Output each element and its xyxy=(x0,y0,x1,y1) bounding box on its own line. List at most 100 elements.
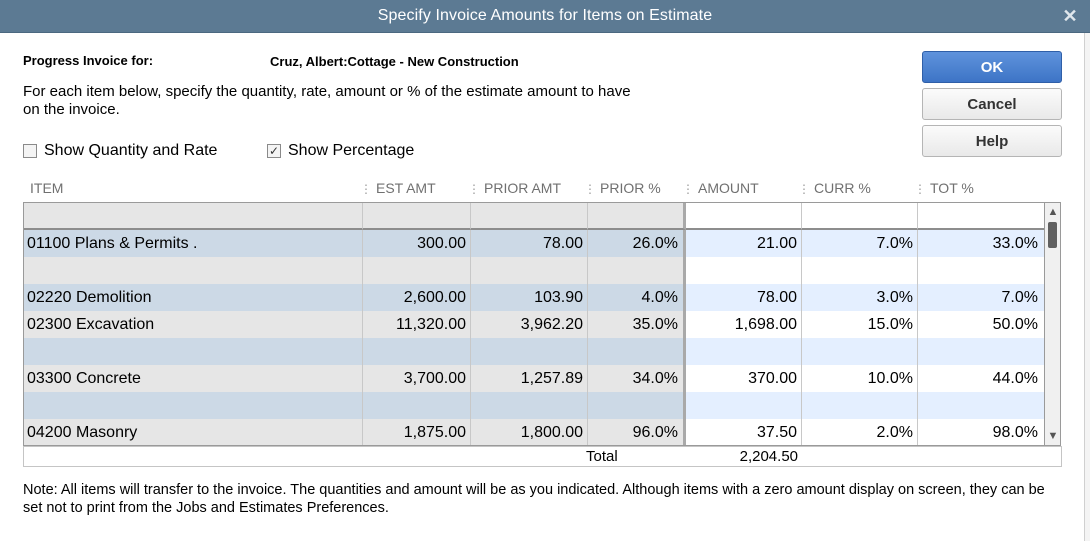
cell-prior-amt xyxy=(471,203,588,230)
cell-prior-amt xyxy=(471,257,588,284)
cell-amount[interactable]: 37.50 xyxy=(686,419,802,445)
column-header-prior-pct[interactable]: ⋮ PRIOR % xyxy=(584,180,661,198)
scroll-down-icon[interactable]: ▼ xyxy=(1047,430,1059,442)
cell-curr-pct[interactable]: 15.0% xyxy=(802,311,918,338)
cell-tot-pct[interactable]: 7.0% xyxy=(918,284,1044,311)
cell-curr-pct[interactable] xyxy=(802,203,918,230)
column-resize-grip-icon[interactable]: ⋮ xyxy=(360,182,372,196)
column-header-est-amt[interactable]: ⋮ EST AMT xyxy=(360,180,436,198)
column-resize-grip-icon[interactable]: ⋮ xyxy=(682,182,694,196)
cell-tot-pct[interactable]: 44.0% xyxy=(918,365,1044,392)
cell-prior-amt: 78.00 xyxy=(471,230,588,257)
cell-est-amt xyxy=(363,338,471,365)
cell-item[interactable]: 01100 Plans & Permits . xyxy=(24,230,363,257)
cell-curr-pct[interactable] xyxy=(802,338,918,365)
show-percentage-checkbox[interactable]: ✓ Show Percentage xyxy=(267,142,414,160)
cell-curr-pct[interactable] xyxy=(802,392,918,419)
table-row[interactable] xyxy=(24,203,1044,230)
cell-prior-pct xyxy=(588,338,686,365)
cell-tot-pct[interactable]: 98.0% xyxy=(918,419,1044,445)
cell-item[interactable] xyxy=(24,338,363,365)
cell-prior-amt: 3,962.20 xyxy=(471,311,588,338)
cell-amount[interactable]: 78.00 xyxy=(686,284,802,311)
cell-item[interactable]: 03300 Concrete xyxy=(24,365,363,392)
cell-curr-pct[interactable]: 7.0% xyxy=(802,230,918,257)
checkbox-checked-icon[interactable]: ✓ xyxy=(267,144,281,158)
table-row[interactable]: 02300 Excavation 11,320.00 3,962.20 35.0… xyxy=(24,311,1044,338)
cell-prior-pct: 35.0% xyxy=(588,311,686,338)
total-amount: 2,204.50 xyxy=(739,448,798,465)
column-header-tot-pct[interactable]: ⋮ TOT % xyxy=(914,180,974,198)
totals-row: Total 2,204.50 xyxy=(23,446,1062,467)
cancel-button[interactable]: Cancel xyxy=(922,88,1062,120)
cell-est-amt xyxy=(363,392,471,419)
cell-curr-pct[interactable]: 10.0% xyxy=(802,365,918,392)
cell-tot-pct[interactable] xyxy=(918,203,1044,230)
show-quantity-rate-checkbox[interactable]: Show Quantity and Rate xyxy=(23,142,217,160)
help-button[interactable]: Help xyxy=(922,125,1062,157)
column-resize-grip-icon[interactable]: ⋮ xyxy=(584,182,596,196)
column-resize-grip-icon[interactable]: ⋮ xyxy=(798,182,810,196)
items-grid: 01100 Plans & Permits . 300.00 78.00 26.… xyxy=(23,202,1045,446)
cell-item[interactable]: 02220 Demolition xyxy=(24,284,363,311)
cell-item[interactable]: 04200 Masonry xyxy=(24,419,363,445)
checkbox-unchecked-icon[interactable] xyxy=(23,144,37,158)
grid-scrollbar[interactable]: ▲ ▼ xyxy=(1045,202,1061,446)
cell-item[interactable] xyxy=(24,257,363,284)
table-row[interactable] xyxy=(24,257,1044,284)
scroll-up-icon[interactable]: ▲ xyxy=(1047,206,1059,218)
cell-prior-pct: 4.0% xyxy=(588,284,686,311)
column-header-prior-amt[interactable]: ⋮ PRIOR AMT xyxy=(468,180,561,198)
cell-curr-pct[interactable]: 2.0% xyxy=(802,419,918,445)
cell-amount[interactable] xyxy=(686,338,802,365)
instructions-text: For each item below, specify the quantit… xyxy=(23,83,631,118)
cell-prior-pct: 34.0% xyxy=(588,365,686,392)
total-label: Total xyxy=(586,448,618,465)
cell-est-amt: 2,600.00 xyxy=(363,284,471,311)
cell-prior-amt xyxy=(471,338,588,365)
cell-curr-pct[interactable] xyxy=(802,257,918,284)
cell-curr-pct[interactable]: 3.0% xyxy=(802,284,918,311)
table-row[interactable] xyxy=(24,338,1044,365)
cell-prior-amt xyxy=(471,392,588,419)
column-header-item[interactable]: ITEM xyxy=(30,180,63,198)
cell-tot-pct[interactable] xyxy=(918,338,1044,365)
cell-amount[interactable] xyxy=(686,257,802,284)
cell-prior-amt: 103.90 xyxy=(471,284,588,311)
window-title: Specify Invoice Amounts for Items on Est… xyxy=(377,7,713,24)
cell-est-amt xyxy=(363,203,471,230)
show-quantity-rate-label: Show Quantity and Rate xyxy=(44,142,218,159)
ok-button[interactable]: OK xyxy=(922,51,1062,83)
close-icon[interactable]: ✕ xyxy=(1060,6,1080,26)
cell-tot-pct[interactable] xyxy=(918,392,1044,419)
window-edge xyxy=(1084,33,1090,541)
cell-amount[interactable]: 1,698.00 xyxy=(686,311,802,338)
cell-prior-pct: 96.0% xyxy=(588,419,686,445)
cell-est-amt: 3,700.00 xyxy=(363,365,471,392)
cell-tot-pct[interactable]: 33.0% xyxy=(918,230,1044,257)
cell-tot-pct[interactable] xyxy=(918,257,1044,284)
table-row[interactable]: 04200 Masonry 1,875.00 1,800.00 96.0% 37… xyxy=(24,419,1044,445)
customer-job-name: Cruz, Albert:Cottage - New Construction xyxy=(270,54,519,69)
cell-amount[interactable]: 21.00 xyxy=(686,230,802,257)
cell-amount[interactable] xyxy=(686,392,802,419)
cell-item[interactable] xyxy=(24,203,363,230)
column-header-curr-pct[interactable]: ⋮ CURR % xyxy=(798,180,871,198)
table-row[interactable]: 02220 Demolition 2,600.00 103.90 4.0% 78… xyxy=(24,284,1044,311)
column-resize-grip-icon[interactable]: ⋮ xyxy=(468,182,480,196)
cell-prior-pct: 26.0% xyxy=(588,230,686,257)
cell-item[interactable] xyxy=(24,392,363,419)
table-row[interactable] xyxy=(24,392,1044,419)
cell-item[interactable]: 02300 Excavation xyxy=(24,311,363,338)
cell-amount[interactable]: 370.00 xyxy=(686,365,802,392)
table-row[interactable]: 03300 Concrete 3,700.00 1,257.89 34.0% 3… xyxy=(24,365,1044,392)
cell-est-amt xyxy=(363,257,471,284)
cell-tot-pct[interactable]: 50.0% xyxy=(918,311,1044,338)
show-percentage-label: Show Percentage xyxy=(288,142,415,159)
table-row[interactable]: 01100 Plans & Permits . 300.00 78.00 26.… xyxy=(24,230,1044,257)
scroll-thumb[interactable] xyxy=(1048,222,1057,248)
column-resize-grip-icon[interactable]: ⋮ xyxy=(914,182,926,196)
cell-amount[interactable] xyxy=(686,203,802,230)
cell-est-amt: 300.00 xyxy=(363,230,471,257)
column-header-amount[interactable]: ⋮ AMOUNT xyxy=(682,180,759,198)
